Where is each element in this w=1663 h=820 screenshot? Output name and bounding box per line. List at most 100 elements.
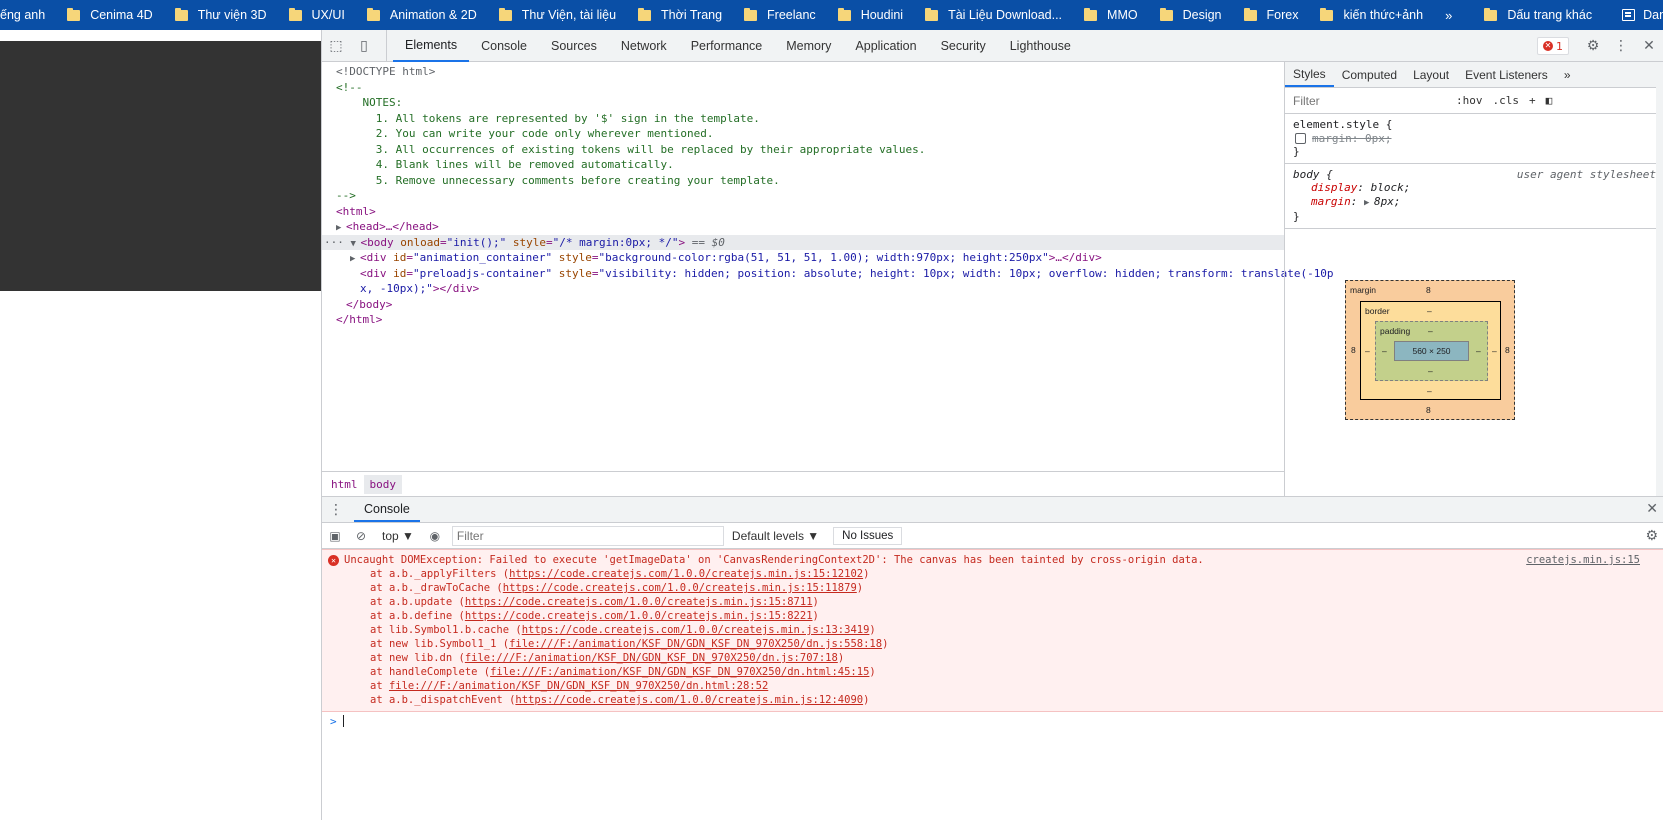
- close-devtools-icon[interactable]: ✕: [1635, 32, 1663, 60]
- dom-node-div-preload[interactable]: <div id="preloadjs-container" style="vis…: [322, 266, 1334, 282]
- property-checkbox[interactable]: [1295, 132, 1306, 144]
- inspect-element-icon[interactable]: ⬚: [322, 32, 350, 60]
- tab-elements[interactable]: Elements: [393, 30, 470, 62]
- bookmark-item[interactable]: Houdini: [826, 0, 913, 30]
- more-tabs-button[interactable]: »: [1556, 62, 1579, 87]
- padding-top-value[interactable]: –: [1428, 326, 1433, 336]
- device-toggle-icon[interactable]: ▯: [350, 32, 378, 60]
- bookmark-item[interactable]: Design: [1148, 0, 1232, 30]
- stack-frame-link[interactable]: https://code.createjs.com/1.0.0/createjs…: [503, 582, 857, 594]
- border-right-value[interactable]: –: [1492, 346, 1497, 356]
- context-select[interactable]: top ▼: [374, 529, 422, 543]
- style-property[interactable]: margin: 0px;: [1293, 132, 1656, 146]
- border-top-value[interactable]: –: [1427, 306, 1432, 316]
- log-levels-select[interactable]: Default levels ▼: [724, 529, 827, 543]
- dom-node-html[interactable]: <html>: [322, 204, 1284, 220]
- styles-scrollbar[interactable]: [1656, 62, 1663, 496]
- stack-frame-link[interactable]: file:///F:/animation/KSF_DN/GDN_KSF_DN_9…: [490, 666, 869, 678]
- stack-frame-link[interactable]: https://code.createjs.com/1.0.0/createjs…: [522, 624, 870, 636]
- new-rule-button[interactable]: +: [1524, 94, 1541, 107]
- hov-button[interactable]: :hov: [1451, 94, 1488, 107]
- error-count-badge[interactable]: ✕ 1: [1537, 37, 1569, 55]
- margin-left-value[interactable]: 8: [1351, 345, 1356, 355]
- reading-list-button[interactable]: Danh sách đọc: [1610, 0, 1663, 30]
- padding-label: padding: [1380, 326, 1411, 336]
- stack-frame: at a.b.update (https://code.createjs.com…: [322, 595, 1663, 609]
- live-expression-eye-icon[interactable]: ◉: [422, 529, 448, 543]
- tab-network[interactable]: Network: [609, 30, 679, 62]
- breadcrumb-html[interactable]: html: [325, 475, 364, 494]
- dom-node-div-animation[interactable]: ▶ <div id="animation_container" style="ba…: [322, 250, 1284, 266]
- bookmark-item[interactable]: Forex: [1232, 0, 1309, 30]
- bookmarks-overflow-button[interactable]: »: [1433, 0, 1464, 30]
- tab-sources[interactable]: Sources: [539, 30, 609, 62]
- bookmark-item[interactable]: MMO: [1072, 0, 1148, 30]
- tab-application[interactable]: Application: [843, 30, 928, 62]
- margin-bottom-value[interactable]: 8: [1426, 405, 1431, 415]
- box-model-content-size[interactable]: 560 × 250: [1394, 341, 1469, 361]
- dom-node-html-close[interactable]: </html>: [322, 312, 1284, 328]
- bookmark-item[interactable]: Thư Viện, tài liệu: [487, 0, 626, 30]
- tab-event-listeners[interactable]: Event Listeners: [1457, 62, 1556, 87]
- cls-button[interactable]: .cls: [1488, 94, 1525, 107]
- console-prompt[interactable]: >: [322, 712, 1663, 732]
- show-sidebar-icon[interactable]: ▣: [322, 529, 348, 543]
- tab-console[interactable]: Console: [469, 30, 539, 62]
- breadcrumb-body[interactable]: body: [363, 474, 402, 494]
- tab-layout[interactable]: Layout: [1405, 62, 1457, 87]
- stack-frame-link[interactable]: https://code.createjs.com/1.0.0/createjs…: [465, 610, 813, 622]
- padding-right-value[interactable]: –: [1476, 346, 1481, 356]
- tab-computed[interactable]: Computed: [1334, 62, 1405, 87]
- dom-node-head[interactable]: ▶ <head>…</head>: [322, 219, 1284, 235]
- expand-triangle-icon[interactable]: ▶: [1364, 197, 1374, 211]
- toggle-sidebar-icon[interactable]: ◧: [1541, 94, 1558, 107]
- issues-button[interactable]: No Issues: [833, 526, 903, 545]
- stack-frame-link[interactable]: file:///F:/animation/KSF_DN/GDN_KSF_DN_9…: [509, 638, 882, 650]
- drawer-menu-icon[interactable]: ⋮: [322, 497, 350, 523]
- other-bookmarks-button[interactable]: Dấu trang khác: [1472, 0, 1602, 30]
- bookmark-item[interactable]: Cenima 4D: [55, 0, 163, 30]
- tab-styles[interactable]: Styles: [1285, 62, 1334, 87]
- bookmark-item[interactable]: Animation & 2D: [355, 0, 487, 30]
- padding-bottom-value[interactable]: –: [1428, 366, 1433, 376]
- stack-frame-link[interactable]: file:///F:/animation/KSF_DN/GDN_KSF_DN_9…: [389, 680, 768, 692]
- padding-left-value[interactable]: –: [1382, 346, 1387, 356]
- border-left-value[interactable]: –: [1365, 346, 1370, 356]
- tab-console-drawer[interactable]: Console: [354, 497, 420, 522]
- dom-node-comment[interactable]: <!--: [322, 80, 1284, 96]
- console-settings-gear-icon[interactable]: ⚙: [1645, 528, 1658, 544]
- animation-canvas[interactable]: [0, 41, 321, 291]
- console-filter-input[interactable]: [451, 525, 724, 546]
- dom-node-body-selected[interactable]: ··· ▼ <body onload="init();" style="/* ma…: [322, 234, 1284, 250]
- stack-frame: at a.b._dispatchEvent (https://code.crea…: [322, 693, 1663, 707]
- bookmark-item[interactable]: Freelanc: [732, 0, 826, 30]
- bookmark-item[interactable]: ếng anh: [0, 0, 55, 30]
- stack-frame-link[interactable]: https://code.createjs.com/1.0.0/createjs…: [509, 568, 863, 580]
- more-options-icon[interactable]: ⋮: [1607, 32, 1635, 60]
- folder-icon: [498, 7, 512, 21]
- stack-frame-link[interactable]: https://code.createjs.com/1.0.0/createjs…: [465, 596, 813, 608]
- bookmark-item[interactable]: Tài Liệu Download...: [913, 0, 1072, 30]
- border-bottom-value[interactable]: –: [1427, 386, 1432, 396]
- tab-performance[interactable]: Performance: [679, 30, 775, 62]
- styles-filter-input[interactable]: [1289, 90, 1451, 111]
- error-source-link[interactable]: createjs.min.js:15: [1526, 553, 1640, 567]
- tab-memory[interactable]: Memory: [774, 30, 843, 62]
- bookmark-item[interactable]: kiến thức+ảnh: [1308, 0, 1433, 30]
- console-error-message[interactable]: ✕ createjs.min.js:15 Uncaught DOMExcepti…: [322, 549, 1663, 712]
- expand-triangle-icon[interactable]: ▶: [350, 252, 360, 268]
- margin-right-value[interactable]: 8: [1505, 345, 1510, 355]
- tab-lighthouse[interactable]: Lighthouse: [998, 30, 1083, 62]
- margin-top-value[interactable]: 8: [1426, 285, 1431, 295]
- dom-node-body-close[interactable]: </body>: [322, 297, 1284, 313]
- close-drawer-icon[interactable]: ✕: [1646, 501, 1658, 517]
- tab-security[interactable]: Security: [929, 30, 998, 62]
- clear-console-icon[interactable]: ⊘: [348, 529, 374, 543]
- stack-frame-link[interactable]: https://code.createjs.com/1.0.0/createjs…: [515, 694, 863, 706]
- bookmark-item[interactable]: Thời Trang: [626, 0, 732, 30]
- settings-gear-icon[interactable]: ⚙: [1579, 32, 1607, 60]
- stack-frame-link[interactable]: file:///F:/animation/KSF_DN/GDN_KSF_DN_9…: [465, 652, 838, 664]
- bookmark-item[interactable]: UX/UI: [277, 0, 355, 30]
- dom-node-doctype[interactable]: <!DOCTYPE html>: [322, 64, 1284, 80]
- bookmark-item[interactable]: Thư viện 3D: [163, 0, 277, 30]
